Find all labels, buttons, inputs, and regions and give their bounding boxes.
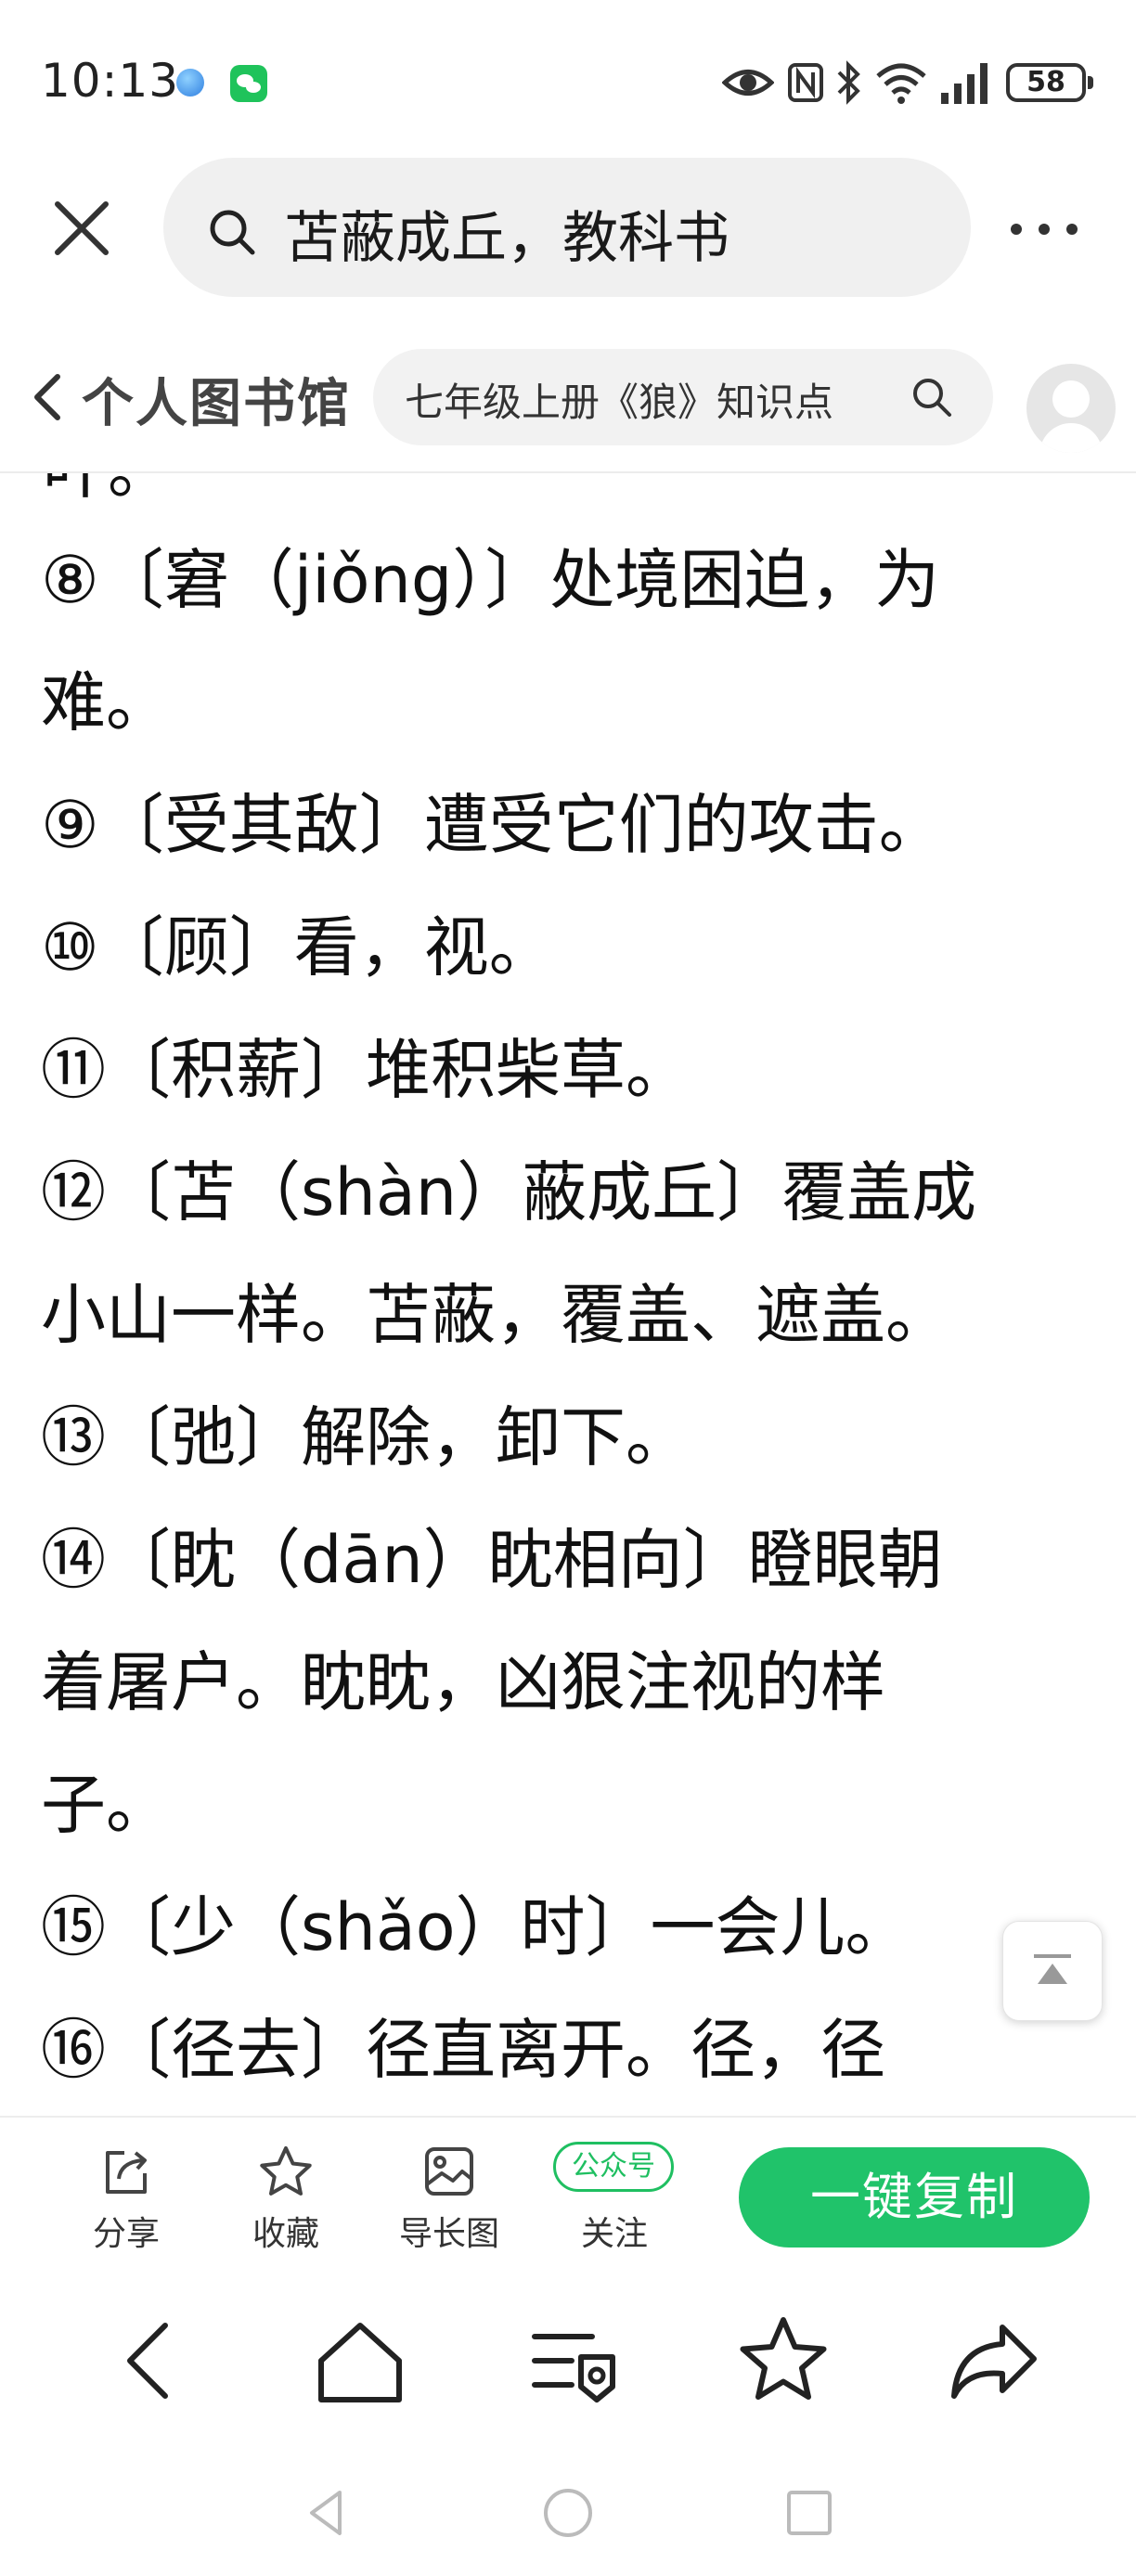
article-line: ⑪〔积薪〕堆积柴草。 — [41, 1032, 691, 1108]
battery-indicator: 58 — [1006, 63, 1093, 102]
search-icon — [210, 210, 255, 255]
more-icon[interactable] — [1002, 206, 1086, 252]
article-line: ⑩〔顾〕看，视。 — [41, 909, 554, 985]
eye-icon — [722, 70, 774, 96]
copy-all-button[interactable]: 一键复制 — [739, 2147, 1090, 2248]
article-line: 着屠户。眈眈，凶狠注视的样 — [41, 1644, 885, 1720]
library-search-icon[interactable] — [910, 375, 954, 419]
status-bar: 10:13 58 — [0, 0, 1136, 158]
article-line: ⑮〔少（shǎo）时〕一会儿。 — [41, 1889, 910, 1965]
share-label[interactable]: 分享 — [52, 2207, 200, 2255]
nfc-icon — [788, 63, 823, 102]
article-line: 子。 — [41, 1767, 171, 1843]
status-time: 10:13 — [41, 54, 180, 108]
scroll-to-top-button[interactable] — [1002, 1921, 1103, 2021]
search-query[interactable]: 苫蔽成丘，教科书 — [284, 193, 729, 274]
tabs-search-icon[interactable] — [527, 2314, 620, 2407]
system-recents-icon[interactable] — [781, 2485, 837, 2541]
library-title[interactable]: 个人图书馆 — [82, 362, 351, 437]
article-line: ⑬〔弛〕解除，卸下。 — [41, 1399, 691, 1475]
article-partial-line: 叶。 — [43, 473, 173, 511]
browser-globe-icon — [176, 69, 204, 97]
article-line: 小山一样。苫蔽，覆盖、遮盖。 — [41, 1277, 950, 1353]
long-image-icon[interactable] — [421, 2144, 477, 2199]
forward-share-icon[interactable] — [947, 2314, 1039, 2407]
bluetooth-icon — [837, 60, 860, 105]
star-icon[interactable] — [258, 2144, 314, 2199]
scroll-top-icon — [1034, 1954, 1071, 1984]
article-line: ⑫〔苫（shàn）蔽成丘〕覆盖成 — [41, 1154, 977, 1230]
article-line: ⑨〔受其敌〕遭受它们的攻击。 — [41, 787, 944, 863]
system-home-icon[interactable] — [540, 2485, 596, 2541]
official-account-badge[interactable]: 公众号 — [553, 2142, 674, 2192]
share-icon[interactable] — [98, 2144, 154, 2199]
back-icon[interactable] — [104, 2314, 197, 2407]
article-line: 难。 — [41, 664, 171, 741]
article-line: ⑧〔窘（jiǒng）〕处境困迫，为 — [41, 542, 940, 618]
signal-icon — [941, 63, 988, 104]
favorite-label[interactable]: 收藏 — [212, 2207, 360, 2255]
close-icon[interactable] — [45, 191, 119, 265]
avatar[interactable] — [1026, 364, 1116, 453]
library-search-text[interactable]: 七年级上册《狼》知识点 — [405, 371, 887, 428]
article-content: 叶。 ⑧〔窘（jiǒng）〕处境困迫，为 难。 ⑨〔受其敌〕遭受它们的攻击。 ⑩… — [0, 473, 1136, 2116]
wifi-icon — [876, 63, 926, 104]
long-image-label[interactable]: 导长图 — [375, 2207, 523, 2255]
back-chevron-icon[interactable] — [26, 369, 67, 425]
bookmark-star-icon[interactable] — [737, 2314, 830, 2407]
wechat-icon — [230, 65, 267, 102]
follow-label[interactable]: 关注 — [540, 2207, 689, 2255]
home-icon[interactable] — [314, 2314, 407, 2407]
article-line: ⑯〔径去〕径直离开。径，径 — [41, 2012, 885, 2088]
system-back-icon[interactable] — [299, 2485, 355, 2541]
article-line: ⑭〔眈（dān）眈相向〕瞪眼朝 — [41, 1522, 943, 1598]
